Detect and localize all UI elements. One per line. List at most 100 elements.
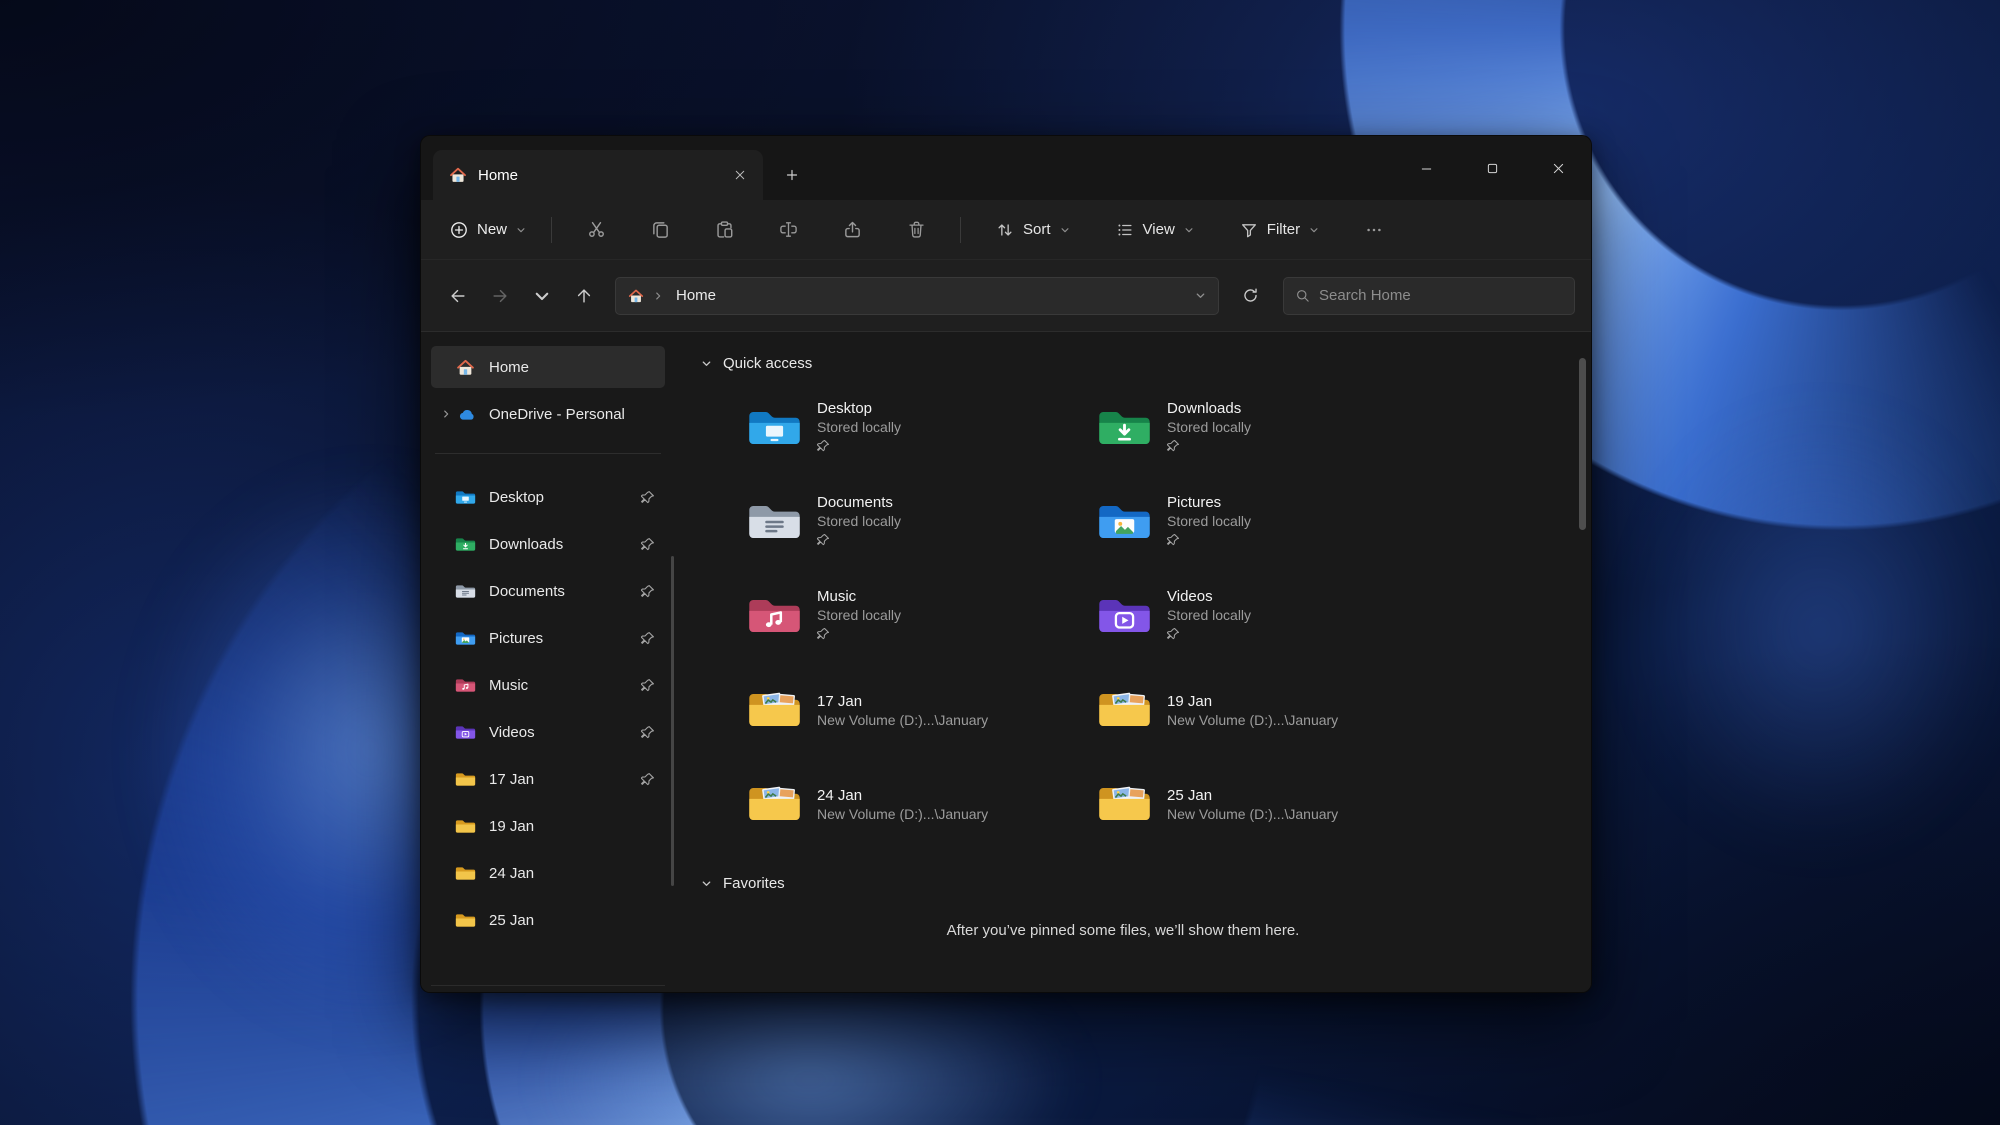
section-title: Quick access [723, 355, 812, 372]
tile-subtitle: New Volume (D:)...\January [817, 712, 988, 728]
sort-icon [996, 221, 1014, 239]
filter-icon [1240, 221, 1258, 239]
tile-meta: 24 JanNew Volume (D:)...\January [817, 787, 988, 822]
tab-home[interactable]: Home [433, 150, 763, 200]
search-input[interactable] [1319, 287, 1563, 304]
pin-icon [641, 631, 655, 645]
favorites-empty-text: After you’ve pinned some files, we’ll sh… [701, 922, 1565, 939]
rename-icon [779, 220, 798, 239]
sidebar: Home OneDrive - Personal Desktop Downloads… [421, 332, 673, 992]
command-bar: New Sort View Filter [421, 200, 1591, 260]
paste-button[interactable] [701, 211, 747, 249]
tile-music[interactable]: MusicStored locally [737, 576, 1073, 656]
tile-meta: 17 Jan New Volume (D:)...\January [817, 693, 988, 728]
maximize-icon [1487, 163, 1498, 174]
new-button[interactable]: New [437, 211, 539, 249]
chevron-placeholder [437, 774, 455, 784]
tile-subtitle: New Volume (D:)...\January [817, 806, 988, 822]
tile-pictures[interactable]: PicturesStored locally [1087, 482, 1423, 562]
folder-plain-icon [455, 911, 476, 930]
sidebar-item-videos[interactable]: Videos [431, 711, 665, 753]
refresh-button[interactable] [1229, 278, 1271, 314]
sidebar-divider [435, 453, 661, 454]
view-icon [1116, 221, 1134, 239]
tile-name: Videos [1167, 588, 1251, 605]
back-button[interactable] [437, 278, 479, 314]
tile-17-jan[interactable]: 17 Jan New Volume (D:)...\January [737, 670, 1073, 750]
share-button[interactable] [829, 211, 875, 249]
new-tab-button[interactable] [775, 158, 809, 192]
sidebar-pinned-section: Desktop Downloads Documents Pictures Music Vi… [431, 476, 665, 941]
cut-button[interactable] [573, 211, 619, 249]
tile-downloads[interactable]: DownloadsStored locally [1087, 388, 1423, 468]
tab-close-button[interactable] [727, 162, 753, 188]
quick-access-section-header[interactable]: Quick access [701, 348, 1565, 378]
tile-meta: 25 JanNew Volume (D:)...\January [1167, 787, 1338, 822]
delete-button[interactable] [893, 211, 939, 249]
sidebar-item-label: Music [489, 677, 641, 694]
close-button[interactable] [1525, 136, 1591, 200]
tile-subtitle: Stored locally [1167, 513, 1251, 529]
address-bar[interactable]: Home [615, 277, 1219, 315]
folder-documents-icon [455, 582, 476, 601]
breadcrumb-location[interactable]: Home [672, 285, 720, 306]
chevron-right-icon [653, 291, 663, 301]
minimize-button[interactable] [1393, 136, 1459, 200]
chevron-right-icon[interactable] [437, 409, 455, 419]
sidebar-item-music[interactable]: Music [431, 664, 665, 706]
tile-subtitle: Stored locally [817, 419, 901, 435]
main-scrollbar[interactable] [1579, 358, 1586, 530]
filter-menu-button[interactable]: Filter [1227, 211, 1332, 249]
chevron-placeholder [437, 821, 455, 831]
recent-locations-button[interactable] [521, 278, 563, 314]
tile-videos[interactable]: VideosStored locally [1087, 576, 1423, 656]
forward-button[interactable] [479, 278, 521, 314]
sidebar-item-onedrive-personal[interactable]: OneDrive - Personal [431, 393, 665, 435]
more-options-button[interactable] [1351, 211, 1397, 249]
tile-name: 17 Jan [817, 693, 988, 710]
favorites-section-header[interactable]: Favorites [701, 868, 1565, 898]
maximize-button[interactable] [1459, 136, 1525, 200]
folder-music-icon [747, 593, 802, 639]
sidebar-item-documents[interactable]: Documents [431, 570, 665, 612]
folder-downloads-icon [455, 535, 476, 554]
filter-menu-label: Filter [1267, 221, 1300, 238]
sort-menu-button[interactable]: Sort [983, 211, 1083, 249]
quick-access-grid: DesktopStored locallyDownloadsStored loc… [737, 388, 1565, 844]
sidebar-bottom-divider [431, 985, 665, 986]
search-box[interactable] [1283, 277, 1575, 315]
sidebar-item-19-jan[interactable]: 19 Jan [431, 805, 665, 847]
paste-icon [715, 220, 734, 239]
home-icon [449, 166, 467, 184]
view-menu-label: View [1143, 221, 1175, 238]
folder-videos-icon [1097, 593, 1152, 639]
copy-button[interactable] [637, 211, 683, 249]
chevron-placeholder [437, 586, 455, 596]
pin-icon [1167, 627, 1180, 640]
sidebar-item-17-jan[interactable]: 17 Jan [431, 758, 665, 800]
tile-desktop[interactable]: DesktopStored locally [737, 388, 1073, 468]
toolbar-divider [960, 217, 961, 243]
sidebar-item-24-jan[interactable]: 24 Jan [431, 852, 665, 894]
nav-buttons [437, 278, 605, 314]
tile-19-jan[interactable]: 19 JanNew Volume (D:)...\January [1087, 670, 1423, 750]
up-button[interactable] [563, 278, 605, 314]
window-controls [1393, 136, 1591, 200]
tile-25-jan[interactable]: 25 JanNew Volume (D:)...\January [1087, 764, 1423, 844]
tile-subtitle: Stored locally [1167, 419, 1251, 435]
tile-meta: MusicStored locally [817, 588, 901, 645]
sidebar-item-downloads[interactable]: Downloads [431, 523, 665, 565]
sidebar-item-home[interactable]: Home [431, 346, 665, 388]
sidebar-item-pictures[interactable]: Pictures [431, 617, 665, 659]
new-button-label: New [477, 221, 507, 238]
rename-button[interactable] [765, 211, 811, 249]
sidebar-item-25-jan[interactable]: 25 Jan [431, 899, 665, 941]
address-dropdown-icon[interactable] [1195, 290, 1206, 301]
view-menu-button[interactable]: View [1103, 211, 1207, 249]
plus-icon [786, 169, 798, 181]
sidebar-item-desktop[interactable]: Desktop [431, 476, 665, 518]
tile-documents[interactable]: DocumentsStored locally [737, 482, 1073, 562]
tile-24-jan[interactable]: 24 JanNew Volume (D:)...\January [737, 764, 1073, 844]
section-title: Favorites [723, 875, 785, 892]
chevron-placeholder [437, 868, 455, 878]
